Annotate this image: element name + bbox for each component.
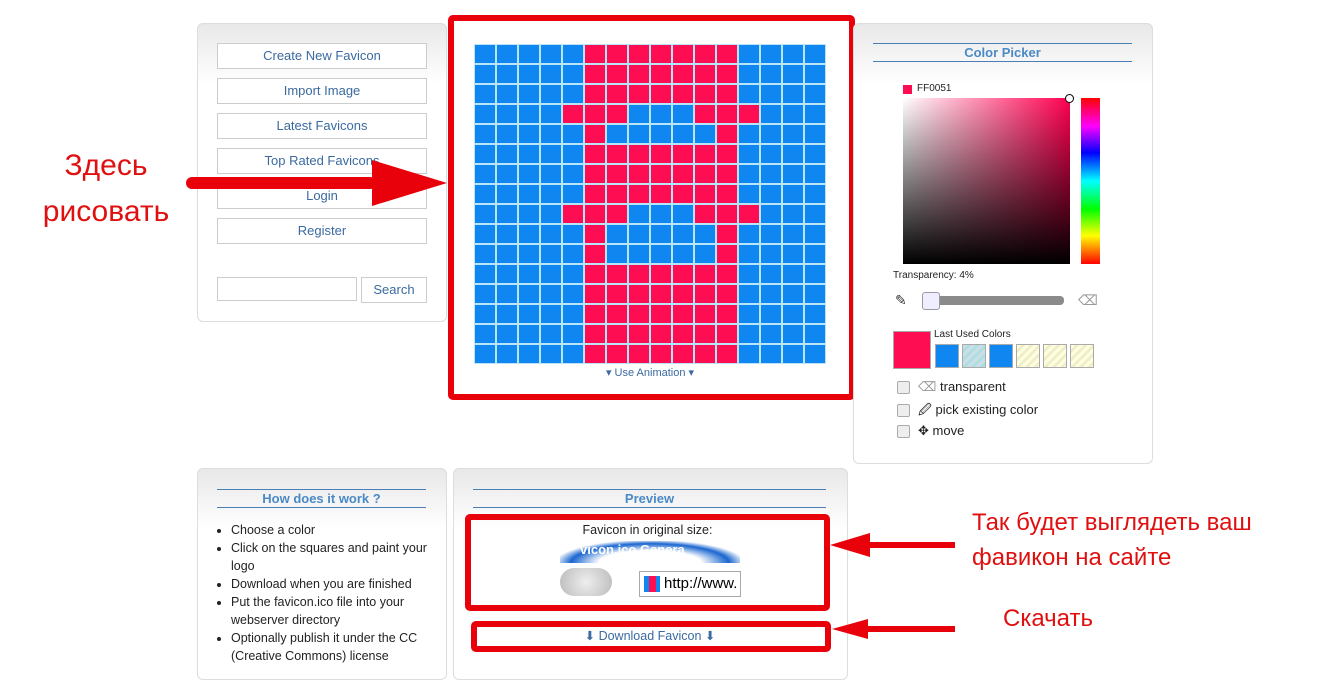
move-checkbox[interactable] — [897, 425, 910, 439]
pick-color-checkbox[interactable] — [897, 404, 910, 418]
arrow-to-download — [865, 626, 955, 632]
move-icon: ✥ — [918, 423, 933, 438]
last-used-color[interactable] — [1043, 344, 1067, 368]
transparent-checkbox[interactable] — [897, 381, 910, 395]
how-step: Put the favicon.ico file into your webse… — [231, 593, 432, 629]
last-used-label: Last Used Colors — [934, 329, 1011, 340]
pick-color-option[interactable]: 🖉 pick existing color — [897, 401, 1038, 423]
pick-color-label: pick existing color — [935, 402, 1039, 417]
how-title: How does it work ? — [217, 489, 426, 508]
arrow-head — [832, 619, 868, 639]
how-steps: Choose a colorClick on the squares and p… — [217, 521, 432, 665]
current-color-swatch-small — [903, 85, 912, 94]
register-link[interactable]: Register — [217, 218, 427, 244]
current-color-swatch — [893, 331, 931, 369]
create-new-favicon-link[interactable]: Create New Favicon — [217, 43, 427, 69]
latest-favicons-link[interactable]: Latest Favicons — [217, 113, 427, 139]
highlight-editor — [448, 15, 855, 400]
highlight-preview — [465, 514, 830, 611]
color-picker-title: Color Picker — [873, 43, 1132, 62]
transparent-label: transparent — [940, 379, 1006, 394]
how-step: Click on the squares and paint your logo — [231, 539, 432, 575]
annotation-preview: Так будет выглядеть ваш фавикон на сайте — [972, 509, 1252, 571]
move-label: move — [932, 423, 965, 438]
color-cursor[interactable] — [1065, 94, 1074, 103]
last-used-color[interactable] — [962, 344, 986, 368]
annotation-draw-here: Здесь рисовать — [42, 149, 170, 228]
transparency-slider[interactable] — [924, 296, 1064, 305]
highlight-download — [471, 621, 831, 652]
preview-title: Preview — [473, 489, 826, 508]
how-step: Choose a color — [231, 521, 432, 539]
hue-slider[interactable] — [1081, 98, 1100, 264]
eraser-icon: ⌫ — [918, 379, 940, 394]
last-used-color[interactable] — [1016, 344, 1040, 368]
hex-value: FF0051 — [917, 83, 952, 94]
transparency-slider-handle[interactable] — [922, 292, 940, 310]
move-option[interactable]: ✥ move — [897, 423, 964, 439]
arrow-to-editor — [186, 177, 376, 189]
search-button[interactable]: Search — [361, 277, 427, 303]
arrow-head — [830, 533, 870, 557]
arrow-to-preview — [865, 542, 955, 548]
import-image-link[interactable]: Import Image — [217, 78, 427, 104]
last-used-color[interactable] — [935, 344, 959, 368]
last-used-color[interactable] — [989, 344, 1013, 368]
how-step: Optionally publish it under the CC (Crea… — [231, 629, 432, 665]
last-used-color[interactable] — [1070, 344, 1094, 368]
how-step: Download when you are finished — [231, 575, 432, 593]
saturation-value-area[interactable] — [903, 98, 1070, 264]
annotation-download: Скачать — [1003, 605, 1093, 632]
transparency-label: Transparency: 4% — [893, 270, 974, 281]
search-input[interactable] — [217, 277, 357, 301]
transparent-option[interactable]: ⌫ transparent — [897, 379, 1006, 395]
eraser-icon: ⌫ — [1078, 292, 1098, 308]
arrow-head — [372, 160, 447, 206]
eyedropper-icon: 🖉 — [918, 402, 936, 417]
opaque-pencil-icon: ✎ — [895, 292, 907, 308]
